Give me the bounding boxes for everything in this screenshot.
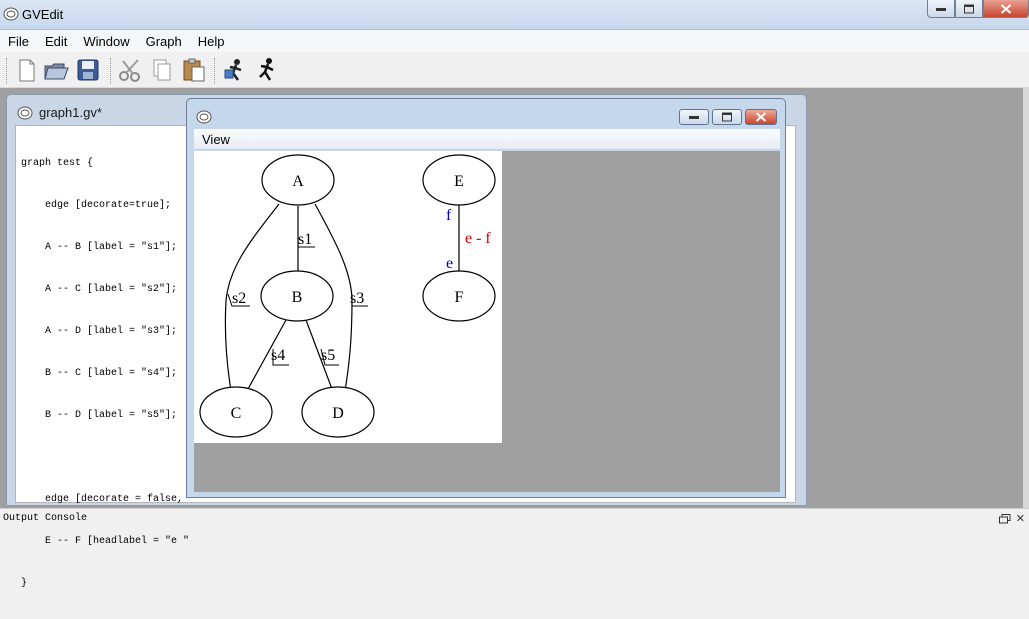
paste-icon[interactable] — [180, 56, 208, 84]
open-folder-icon[interactable] — [42, 56, 70, 84]
menu-help[interactable]: Help — [190, 34, 233, 49]
window-title: GVEdit — [22, 7, 64, 22]
code-line: } — [21, 578, 28, 589]
graph-drawing: A B C D E F s1 s2 s3 s4 s5 e - f f e — [199, 154, 496, 438]
graph-canvas: A B C D E F s1 s2 s3 s4 s5 e - f f e — [194, 151, 502, 443]
gvedit-doc-icon — [17, 106, 33, 120]
menu-file[interactable]: File — [0, 34, 37, 49]
menu-bar: File Edit Window Graph Help — [0, 30, 1029, 52]
close-icon — [755, 112, 767, 122]
code-text: graph test { edge [decorate=true]; A -- … — [21, 129, 189, 619]
code-line: edge [decorate=true]; — [21, 200, 172, 211]
code-line: B -- D [label = "s5"]; — [21, 410, 178, 421]
layout-settings-icon[interactable] — [221, 56, 249, 84]
maximize-icon — [964, 4, 974, 13]
edge-label-s3: s3 — [350, 290, 364, 307]
tail-label-f: f — [446, 207, 452, 224]
new-file-icon[interactable] — [12, 56, 40, 84]
gvedit-view-icon — [196, 110, 212, 124]
code-line: edge [decorate = false, — [21, 494, 184, 505]
view-close-button[interactable] — [745, 109, 777, 125]
gvedit-app-icon — [3, 7, 19, 21]
document-title: graph1.gv* — [39, 105, 102, 120]
maximize-icon — [722, 112, 732, 122]
view-window-controls — [679, 109, 777, 125]
view-minimize-button[interactable] — [679, 109, 709, 125]
cut-scissors-icon[interactable] — [116, 56, 144, 84]
code-line: A -- C [label = "s2"]; — [21, 284, 178, 295]
output-console-dock: Output Console ✕ — [0, 508, 1029, 525]
minimize-button[interactable] — [927, 0, 955, 18]
edge-label-s1: s1 — [298, 231, 312, 248]
menu-edit[interactable]: Edit — [37, 34, 75, 49]
view-menu-bar: View — [194, 129, 780, 150]
menu-graph[interactable]: Graph — [138, 34, 190, 49]
code-line: B -- C [label = "s4"]; — [21, 368, 178, 379]
close-icon[interactable]: ✕ — [1016, 512, 1025, 525]
maximize-button[interactable] — [955, 0, 983, 18]
node-b-label: B — [292, 289, 303, 306]
node-f-label: F — [455, 289, 464, 306]
toolbar-separator — [214, 58, 216, 84]
close-button[interactable] — [983, 0, 1029, 18]
node-a-label: A — [292, 173, 304, 190]
title-bar: GVEdit — [0, 0, 1029, 30]
edge-label-s4: s4 — [271, 347, 285, 364]
edge-label-s5: s5 — [321, 347, 335, 364]
workspace-scrollbar[interactable] — [1023, 88, 1029, 508]
run-layout-icon[interactable] — [252, 56, 280, 84]
copy-icon[interactable] — [148, 56, 176, 84]
view-window[interactable]: View A B C D E F s1 s2 s3 s4 s5 e - f f … — [186, 98, 786, 498]
window-controls — [927, 0, 1029, 20]
node-c-label: C — [231, 405, 242, 422]
menu-view[interactable]: View — [202, 132, 230, 147]
node-e-label: E — [454, 173, 464, 190]
toolbar — [0, 52, 1029, 88]
view-maximize-button[interactable] — [712, 109, 742, 125]
output-console-title: Output Console — [3, 513, 88, 524]
minimize-icon — [689, 116, 699, 119]
save-disk-icon[interactable] — [74, 56, 102, 84]
code-line: A -- B [label = "s1"]; — [21, 242, 178, 253]
edge-label-s2: s2 — [232, 290, 246, 307]
head-label-e: e — [446, 255, 453, 272]
toolbar-separator — [6, 58, 8, 84]
edge-label-e-f: e - f — [465, 230, 491, 247]
minimize-icon — [936, 7, 946, 11]
code-line: graph test { — [21, 158, 94, 169]
node-d-label: D — [332, 405, 344, 422]
close-icon — [1000, 3, 1012, 14]
menu-window[interactable]: Window — [75, 34, 137, 49]
code-line: A -- D [label = "s3"]; — [21, 326, 178, 337]
view-canvas-area: A B C D E F s1 s2 s3 s4 s5 e - f f e — [194, 151, 780, 492]
code-line: E -- F [headlabel = "e " — [21, 536, 190, 547]
restore-icon[interactable] — [999, 514, 1011, 524]
toolbar-separator — [110, 58, 112, 84]
